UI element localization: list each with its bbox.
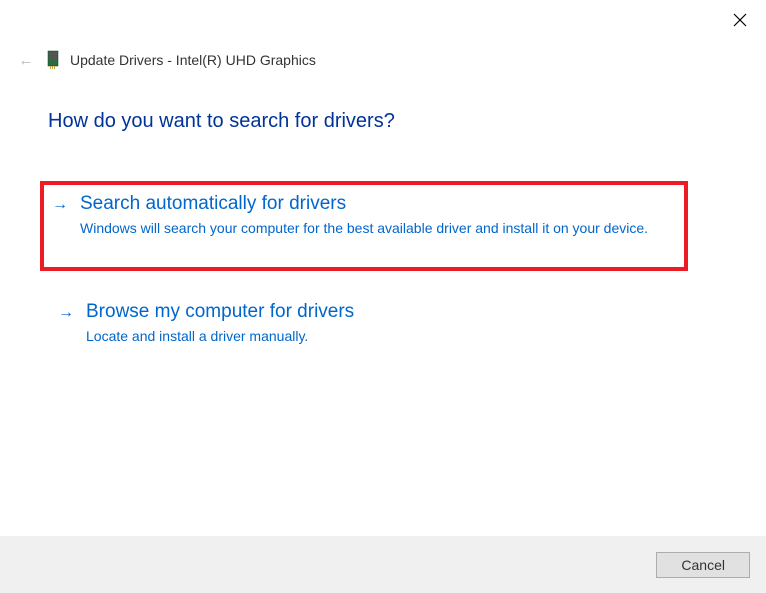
highlight-frame: → Search automatically for drivers Windo… <box>40 181 688 271</box>
option-title: Search automatically for drivers <box>80 193 676 215</box>
device-card-icon <box>46 50 60 70</box>
option-text: Browse my computer for drivers Locate an… <box>86 301 718 347</box>
option-browse-computer[interactable]: → Browse my computer for drivers Locate … <box>48 301 718 347</box>
back-arrow-icon: ← <box>16 52 36 69</box>
option-description: Windows will search your computer for th… <box>80 219 676 239</box>
dialog-header: ← Update Drivers - Intel(R) UHD Graphics <box>16 50 316 70</box>
arrow-right-icon: → <box>58 304 74 322</box>
option-title: Browse my computer for drivers <box>86 301 718 323</box>
close-icon[interactable] <box>732 12 748 28</box>
dialog-footer: Cancel <box>0 536 766 593</box>
option-description: Locate and install a driver manually. <box>86 327 718 347</box>
cancel-button[interactable]: Cancel <box>656 552 750 578</box>
window-title: Update Drivers - Intel(R) UHD Graphics <box>70 52 316 68</box>
arrow-right-icon: → <box>52 196 68 214</box>
option-wrapper: → Browse my computer for drivers Locate … <box>48 301 718 347</box>
option-search-automatically[interactable]: → Search automatically for drivers Windo… <box>52 193 676 239</box>
option-text: Search automatically for drivers Windows… <box>80 193 676 239</box>
page-heading: How do you want to search for drivers? <box>48 110 718 133</box>
content-area: How do you want to search for drivers? →… <box>48 110 718 346</box>
